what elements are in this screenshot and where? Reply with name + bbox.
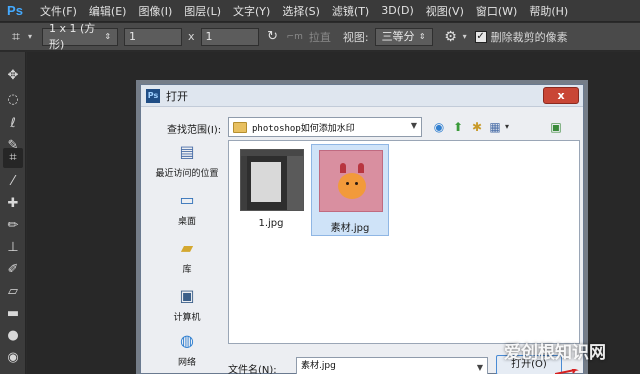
filename-input[interactable]: 素材.jpg ▼ [296, 357, 488, 374]
marquee-tool-icon[interactable]: ◌ [3, 90, 23, 110]
file-name: 1.jpg [258, 218, 284, 229]
move-tool-icon[interactable]: ✥ [3, 66, 23, 86]
clone-stamp-tool-icon[interactable]: ⊥ [3, 238, 23, 258]
crop-ratio-value: 1 x 1 (方形) [49, 21, 96, 51]
tool-preset-caret-icon[interactable]: ▾ [28, 32, 32, 41]
close-button[interactable]: x [543, 87, 579, 104]
eye-shape [355, 182, 358, 185]
menu-3d[interactable]: 3D(D) [381, 4, 414, 17]
menu-layer[interactable]: 图层(L) [184, 3, 221, 19]
menu-edit[interactable]: 编辑(E) [89, 3, 127, 19]
gear-caret-icon[interactable]: ▾ [463, 32, 467, 41]
place-computer[interactable]: ▣ 计算机 [149, 284, 225, 323]
filename-value: 素材.jpg [301, 361, 336, 371]
folder-icon [233, 121, 247, 133]
look-in-value: photoshop如何添加水印 [252, 123, 355, 134]
file-thumbnail [240, 149, 304, 211]
place-network[interactable]: ◍ 网络 [149, 329, 225, 368]
antler-shape [358, 163, 364, 173]
file-item-sucai-jpg[interactable]: 素材.jpg [311, 144, 389, 236]
blur-tool-icon[interactable]: ● [3, 326, 23, 346]
swap-dimensions-label[interactable]: x [188, 30, 195, 43]
history-brush-tool-icon[interactable]: ✐ [3, 260, 23, 280]
place-desktop[interactable]: ▭ 桌面 [149, 188, 225, 227]
preview-icon[interactable]: ▣ [548, 119, 564, 135]
menu-bar: Ps 文件(F) 编辑(E) 图像(I) 图层(L) 文字(Y) 选择(S) 滤… [0, 0, 640, 22]
up-folder-icon[interactable]: ⬆ [450, 119, 466, 135]
red-arrow-icon [555, 369, 579, 374]
lasso-tool-icon[interactable]: ℓ [3, 114, 23, 134]
network-icon: ◍ [180, 331, 194, 350]
look-in-label: 查找范围(I): [167, 125, 222, 136]
place-label-recent: 最近访问的位置 [155, 169, 219, 179]
healing-brush-tool-icon[interactable]: ✚ [3, 194, 23, 214]
menu-filter[interactable]: 滤镜(T) [332, 3, 369, 19]
menu-view[interactable]: 视图(V) [426, 3, 464, 19]
overlay-view-select[interactable]: 三等分 ⇕ [374, 27, 433, 46]
menu-file[interactable]: 文件(F) [40, 3, 77, 19]
new-folder-icon[interactable]: ✱ [469, 119, 485, 135]
delete-cropped-label: 删除裁剪的像素 [490, 30, 568, 44]
eye-shape [346, 182, 349, 185]
crop-width-input[interactable]: 1 [124, 27, 183, 46]
libraries-icon: ▰ [180, 238, 194, 257]
character-shape [338, 173, 366, 199]
menu-select[interactable]: 选择(S) [282, 3, 320, 19]
overlay-view-chevron-icon: ⇕ [418, 31, 426, 41]
file-item-1jpg[interactable]: 1.jpg [233, 144, 311, 236]
place-label-computer: 计算机 [173, 313, 201, 323]
place-label-libraries: 库 [182, 265, 192, 275]
menu-window[interactable]: 窗口(W) [476, 3, 517, 19]
desktop-icon: ▭ [179, 190, 195, 209]
crop-height-input[interactable]: 1 [200, 27, 259, 46]
photoshop-app-icon: Ps [146, 88, 160, 103]
watermark-text: 爱创根知识网 [504, 343, 606, 363]
place-libraries[interactable]: ▰ 库 [149, 236, 225, 275]
gradient-tool-icon[interactable]: ▬ [3, 304, 23, 324]
menu-type[interactable]: 文字(Y) [233, 3, 270, 19]
place-label-network: 网络 [177, 358, 196, 368]
place-label-desktop: 桌面 [177, 217, 196, 227]
dialog-title: 打开 [166, 89, 188, 103]
dialog-titlebar[interactable]: Ps 打开 x [141, 85, 583, 107]
file-list: 1.jpg 素材.jpg [228, 140, 580, 344]
menu-help[interactable]: 帮助(H) [529, 3, 568, 19]
places-bar: ▤ 最近访问的位置 ▭ 桌面 ▰ 库 ▣ 计算机 ◍ 网络 [149, 137, 225, 374]
straighten-tool-icon[interactable]: ⌐m [287, 32, 303, 42]
menu-image[interactable]: 图像(I) [138, 3, 172, 19]
options-bar: ⌗ ▾ 1 x 1 (方形) ⇕ 1 x 1 ↻ ⌐m 拉直 视图: 三等分 ⇕… [0, 22, 640, 51]
straighten-label: 拉直 [308, 30, 331, 44]
open-dialog: Ps 打开 x 查找范围(I): photoshop如何添加水印 ▼ ◉ ⬆ ✱… [140, 84, 584, 374]
recent-places-icon: ▤ [179, 142, 195, 161]
crop-ratio-select[interactable]: 1 x 1 (方形) ⇕ [42, 22, 119, 51]
look-in-select[interactable]: photoshop如何添加水印 ▼ [228, 117, 422, 137]
file-thumbnail [319, 150, 383, 212]
back-icon[interactable]: ◉ [431, 119, 447, 135]
dodge-tool-icon[interactable]: ◉ [3, 348, 23, 368]
crop-tool-icon[interactable]: ⌗ [8, 29, 24, 45]
crop-tool-icon[interactable]: ⌗ [3, 148, 23, 168]
place-recent[interactable]: ▤ 最近访问的位置 [149, 140, 225, 179]
view-menu-chevron-icon[interactable]: ▾ [499, 119, 515, 135]
photoshop-logo-icon: Ps [2, 1, 28, 20]
chevron-down-icon[interactable]: ▼ [477, 360, 483, 374]
clear-icon[interactable]: ↻ [265, 29, 281, 45]
overlay-view-value: 三等分 [381, 29, 415, 43]
antler-shape [340, 163, 346, 173]
chevron-down-icon: ▼ [410, 121, 417, 130]
brush-tool-icon[interactable]: ✏ [3, 216, 23, 236]
eyedropper-tool-icon[interactable]: ⁄ [3, 172, 23, 192]
file-name: 素材.jpg [330, 223, 370, 234]
view-label: 视图: [342, 30, 369, 44]
gear-icon[interactable]: ⚙ [443, 29, 459, 45]
toolbox: ✥ ◌ ℓ ✎ ⌗ ⁄ ✚ ✏ ⊥ ✐ ▱ ▬ ● ◉ [0, 52, 26, 374]
crop-ratio-chevron-icon: ⇕ [104, 31, 112, 41]
delete-cropped-checkbox[interactable]: ✓ [474, 30, 487, 43]
computer-icon: ▣ [179, 286, 195, 305]
filename-label: 文件名(N): [228, 365, 277, 374]
eraser-tool-icon[interactable]: ▱ [3, 282, 23, 302]
